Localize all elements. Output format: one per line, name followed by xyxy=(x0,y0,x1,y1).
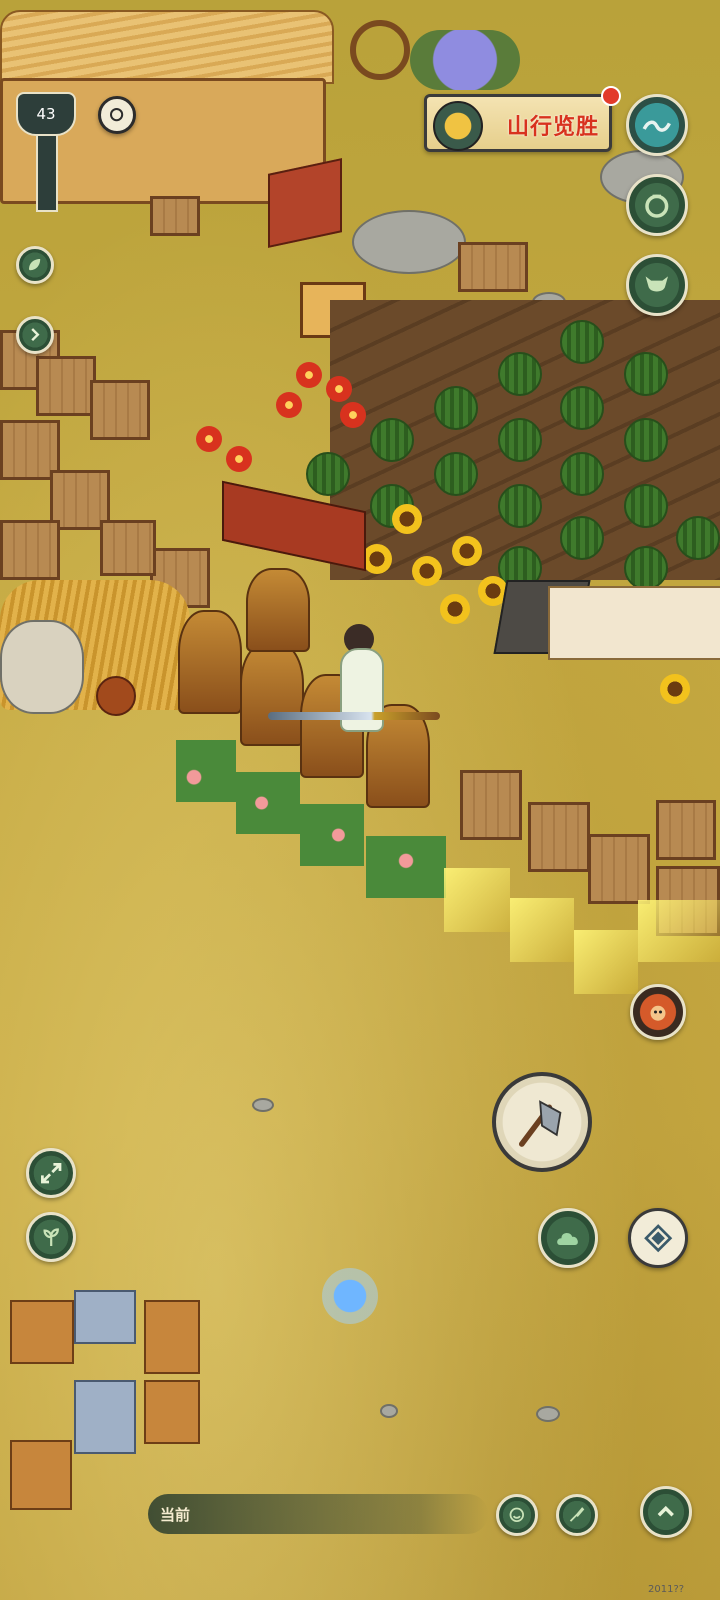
crate xyxy=(656,800,716,860)
pot-icon[interactable] xyxy=(626,174,688,236)
version-text: 2011?? xyxy=(648,1584,685,1595)
spiral-icon[interactable] xyxy=(98,96,136,134)
brush-icon[interactable] xyxy=(556,1494,598,1536)
red-pavilion-roof xyxy=(268,158,342,248)
pebble xyxy=(536,1406,560,1422)
red-lily xyxy=(296,362,322,388)
crate xyxy=(528,802,590,872)
watermelon[interactable] xyxy=(498,484,542,528)
chevron-up-icon[interactable] xyxy=(640,1486,692,1538)
market-stall xyxy=(548,586,720,660)
watermelon[interactable] xyxy=(624,546,668,590)
notification-dot xyxy=(601,86,621,106)
watermelon[interactable] xyxy=(370,418,414,462)
chevron-right-icon[interactable] xyxy=(16,316,54,354)
watermelon[interactable] xyxy=(624,484,668,528)
red-lily xyxy=(196,426,222,452)
watermelon[interactable] xyxy=(560,320,604,364)
watermelon[interactable] xyxy=(306,452,350,496)
watermelon[interactable] xyxy=(624,352,668,396)
crate xyxy=(460,770,522,840)
crate xyxy=(90,380,150,440)
stone-table xyxy=(74,1290,136,1344)
crate xyxy=(100,520,156,576)
sunflower xyxy=(440,594,470,624)
player-level: 43 xyxy=(16,92,76,136)
watermelon[interactable] xyxy=(434,452,478,496)
flower-shelf xyxy=(144,1380,200,1444)
axe-action-button[interactable] xyxy=(492,1072,592,1172)
water-wheel xyxy=(350,20,410,80)
highlight-tile xyxy=(574,930,638,994)
sunflower xyxy=(412,556,442,586)
crate xyxy=(150,196,200,236)
watermelon[interactable] xyxy=(498,418,542,462)
expand-arrows-icon[interactable] xyxy=(26,1148,76,1198)
red-lily xyxy=(326,376,352,402)
event-badge-icon xyxy=(433,101,483,151)
flower-shelf xyxy=(144,1300,200,1374)
crate xyxy=(458,242,528,292)
leaf-icon[interactable] xyxy=(16,246,54,284)
sunflower xyxy=(362,544,392,574)
stone-pedestal xyxy=(352,210,466,274)
watermelon[interactable] xyxy=(498,352,542,396)
golden-shrine xyxy=(246,568,310,652)
spirit-pet[interactable] xyxy=(322,1268,378,1324)
highlight-tile xyxy=(444,868,510,932)
hydrangea-bush xyxy=(410,30,520,90)
red-lily xyxy=(276,392,302,418)
crate xyxy=(0,520,60,580)
highlight-tile xyxy=(510,898,574,962)
golden-shrine xyxy=(240,642,304,746)
event-banner[interactable]: 山行览胜 xyxy=(424,94,612,152)
sunflower xyxy=(392,504,422,534)
game-world[interactable] xyxy=(0,0,720,1600)
watermelon[interactable] xyxy=(560,516,604,560)
player-level-indicator[interactable]: 43 xyxy=(16,92,76,212)
wave-icon[interactable] xyxy=(626,94,688,156)
chat-bar[interactable]: 当前 xyxy=(148,1494,488,1534)
sunflower xyxy=(452,536,482,566)
red-lily xyxy=(340,402,366,428)
clay-pot xyxy=(96,676,136,716)
cloud-skill-icon[interactable] xyxy=(538,1208,598,1268)
emoji-icon[interactable] xyxy=(496,1494,538,1536)
stone-table xyxy=(74,1380,136,1454)
flower-bed xyxy=(300,804,364,866)
watermelon[interactable] xyxy=(434,386,478,430)
crate xyxy=(36,356,96,416)
flower-bed xyxy=(236,772,300,834)
chat-channel-label: 当前 xyxy=(160,1506,191,1524)
monkey-face-icon[interactable] xyxy=(630,984,686,1040)
flower-shelf xyxy=(10,1440,72,1510)
flower-shelf xyxy=(10,1300,74,1364)
event-banner-title: 山行览胜 xyxy=(506,115,599,140)
red-lily xyxy=(226,446,252,472)
diamond-skill-icon[interactable] xyxy=(628,1208,688,1268)
thatched-roof xyxy=(0,10,334,84)
watermelon[interactable] xyxy=(560,452,604,496)
planting-icon[interactable] xyxy=(26,1212,76,1262)
flower-bed xyxy=(366,836,446,898)
sunflower xyxy=(660,674,690,704)
sword xyxy=(268,712,440,720)
golden-shrine xyxy=(178,610,242,714)
watermelon[interactable] xyxy=(676,516,720,560)
millstone xyxy=(0,620,84,714)
highlight-tile xyxy=(638,900,720,962)
ox-head-icon[interactable] xyxy=(626,254,688,316)
flower-bed xyxy=(176,740,236,802)
pebble xyxy=(380,1404,398,1418)
axe-icon xyxy=(519,1100,562,1147)
crate xyxy=(588,834,650,904)
watermelon[interactable] xyxy=(560,386,604,430)
watermelon[interactable] xyxy=(624,418,668,462)
pebble xyxy=(252,1098,274,1112)
